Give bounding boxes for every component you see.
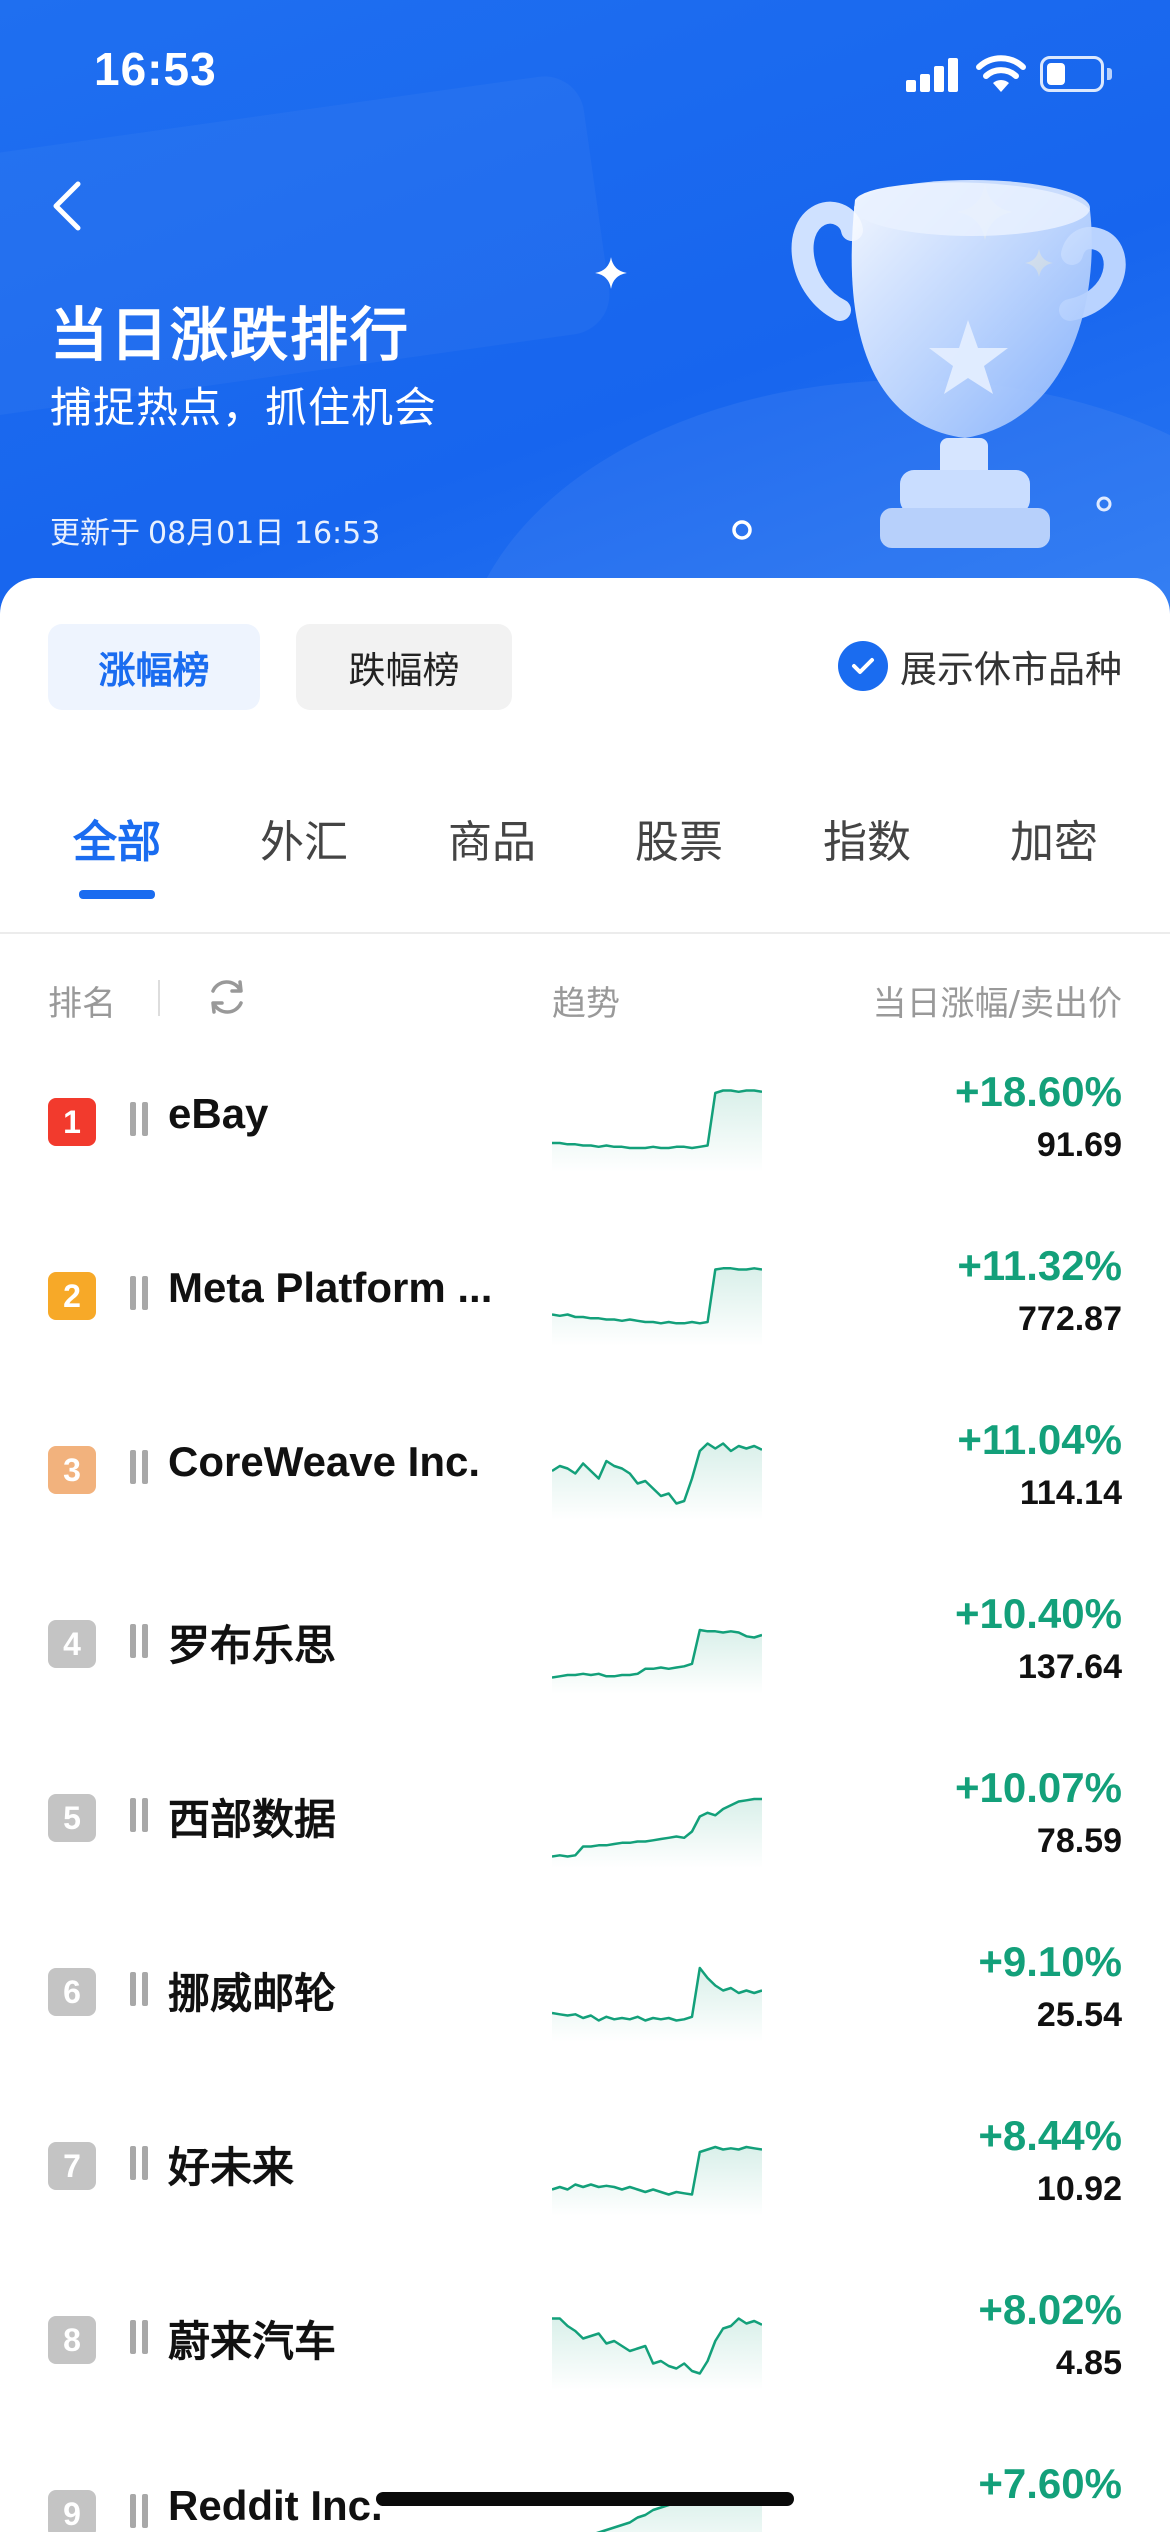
sparkle-icon: [595, 257, 627, 289]
trend-sparkline: [552, 1966, 762, 2042]
sell-price: 25.54: [1036, 1996, 1122, 2034]
market-status-icon: [126, 1276, 154, 1310]
checkmark-icon: [838, 641, 888, 691]
show-closed-markets-checkbox[interactable]: 展示休市品种: [838, 638, 1122, 694]
home-indicator[interactable]: [376, 2492, 794, 2506]
rank-badge: 4: [48, 1620, 96, 1668]
sell-price: 91.69: [1036, 1126, 1122, 1164]
instrument-name: 好未来: [168, 2144, 295, 2191]
tab-stocks[interactable]: 股票: [609, 798, 749, 918]
column-trend: 趋势: [552, 984, 620, 1024]
page-header: 16:53 当日涨跌排行 捕捉热点，抓住机会 更新于 08月01日 16:53: [0, 0, 1170, 640]
back-arrow-icon[interactable]: [40, 170, 100, 240]
status-bar: 16:53: [0, 0, 1170, 150]
rank-badge: 5: [48, 1794, 96, 1842]
list-item[interactable]: 7 好未来 +8.44% 10.92: [0, 2092, 1170, 2266]
market-status-icon: [126, 2320, 154, 2354]
losers-toggle-button[interactable]: 跌幅榜: [296, 624, 512, 710]
daily-change: +10.07%: [955, 1764, 1122, 1811]
status-time: 16:53: [94, 43, 217, 95]
rank-badge: 7: [48, 2142, 96, 2190]
refresh-icon[interactable]: [204, 974, 250, 1020]
sell-price: 10.92: [1036, 2170, 1122, 2208]
show-closed-markets-label: 展示休市品种: [900, 648, 1122, 691]
sell-price: 137.64: [1018, 1648, 1122, 1686]
market-status-icon: [126, 1450, 154, 1484]
trend-sparkline: [552, 1628, 762, 1694]
tab-indices[interactable]: 指数: [797, 798, 937, 918]
daily-change: +9.10%: [978, 1938, 1122, 1985]
instrument-name: 挪威邮轮: [168, 1970, 337, 2017]
sell-price: 114.14: [1019, 1474, 1122, 1512]
market-status-icon: [126, 1624, 154, 1658]
list-item[interactable]: 8 蔚来汽车 +8.02% 4.85: [0, 2266, 1170, 2440]
update-prefix: 更新于: [50, 516, 140, 551]
wifi-icon: [976, 55, 1026, 92]
update-time-value: 08月01日 16:53: [148, 516, 381, 551]
rank-badge: 6: [48, 1968, 96, 2016]
rank-badge: 1: [48, 1098, 96, 1146]
instrument-name: 蔚来汽车: [168, 2318, 337, 2365]
trend-sparkline: [552, 1267, 762, 1346]
update-timestamp: 更新于 08月01日 16:53: [50, 508, 380, 552]
market-status-icon: [126, 1102, 154, 1136]
list-item[interactable]: 3 CoreWeave Inc. +11.04% 114.14: [0, 1396, 1170, 1570]
instrument-name: 西部数据: [168, 1796, 337, 1843]
column-change-price: 当日涨幅/卖出价: [872, 984, 1122, 1024]
daily-change: +11.04%: [957, 1416, 1122, 1463]
instrument-name: Reddit Inc.: [168, 2482, 383, 2529]
page-title: 当日涨跌排行: [50, 301, 411, 369]
list-item[interactable]: 5 西部数据 +10.07% 78.59: [0, 1744, 1170, 1918]
instrument-name: eBay: [168, 1090, 269, 1137]
column-header: 排名 趋势 当日涨幅/卖出价: [0, 968, 1170, 1028]
cellular-signal-icon: [906, 58, 960, 92]
daily-change: +8.44%: [978, 2112, 1122, 2159]
list-item[interactable]: 6 挪威邮轮 +9.10% 25.54: [0, 1918, 1170, 2092]
list-item[interactable]: 4 罗布乐思 +10.40% 137.64: [0, 1570, 1170, 1744]
market-status-icon: [126, 2494, 154, 2528]
market-status-icon: [126, 2146, 154, 2180]
instrument-name: Meta Platform ...: [168, 1264, 493, 1311]
tab-all[interactable]: 全部: [47, 798, 187, 918]
divider: [158, 980, 160, 1016]
tab-forex[interactable]: 外汇: [234, 798, 374, 918]
daily-change: +8.02%: [978, 2286, 1122, 2333]
instrument-name: 罗布乐思: [168, 1622, 337, 1669]
tab-crypto[interactable]: 加密: [984, 798, 1124, 918]
trend-sparkline: [552, 2317, 762, 2390]
market-status-icon: [126, 1798, 154, 1832]
sell-price: 78.59: [1036, 1822, 1122, 1860]
rank-badge: 2: [48, 1272, 96, 1320]
daily-change: +10.40%: [955, 1590, 1122, 1637]
bubble-icon: [732, 520, 752, 540]
market-status-icon: [126, 1972, 154, 2006]
gainers-toggle-button[interactable]: 涨幅榜: [48, 624, 260, 710]
trophy-icon: [791, 180, 1126, 548]
ranking-panel: 涨幅榜 跌幅榜 展示休市品种 全部 外汇 商品 股票 指数 加密 排名 趋势 当…: [0, 578, 1170, 2532]
trend-sparkline: [552, 1442, 762, 1520]
rank-badge: 3: [48, 1446, 96, 1494]
rank-badge: 9: [48, 2490, 96, 2532]
sell-price: 4.85: [1055, 2344, 1122, 2382]
trend-sparkline: [552, 1089, 762, 1172]
daily-change: +18.60%: [955, 1068, 1122, 1115]
sell-price: 772.87: [1018, 1300, 1122, 1338]
trend-sparkline: [552, 2145, 762, 2216]
page-subtitle: 捕捉热点，抓住机会: [50, 383, 438, 432]
trend-sparkline: [552, 1797, 762, 1868]
rank-badge: 8: [48, 2316, 96, 2364]
tab-commodities[interactable]: 商品: [422, 798, 562, 918]
column-rank: 排名: [48, 984, 116, 1024]
category-tabs: 全部 外汇 商品 股票 指数 加密: [0, 798, 1170, 918]
daily-change: +7.60%: [978, 2460, 1122, 2507]
divider: [0, 932, 1170, 934]
active-tab-indicator: [79, 890, 155, 899]
daily-change: +11.32%: [957, 1242, 1122, 1289]
list-item[interactable]: 1 eBay +18.60% 91.69: [0, 1048, 1170, 1222]
instrument-name: CoreWeave Inc.: [168, 1438, 481, 1485]
list-item[interactable]: 2 Meta Platform ... +11.32% 772.87: [0, 1222, 1170, 1396]
list-item[interactable]: 9 Reddit Inc. +7.60%: [0, 2440, 1170, 2532]
battery-icon: [1040, 56, 1112, 92]
